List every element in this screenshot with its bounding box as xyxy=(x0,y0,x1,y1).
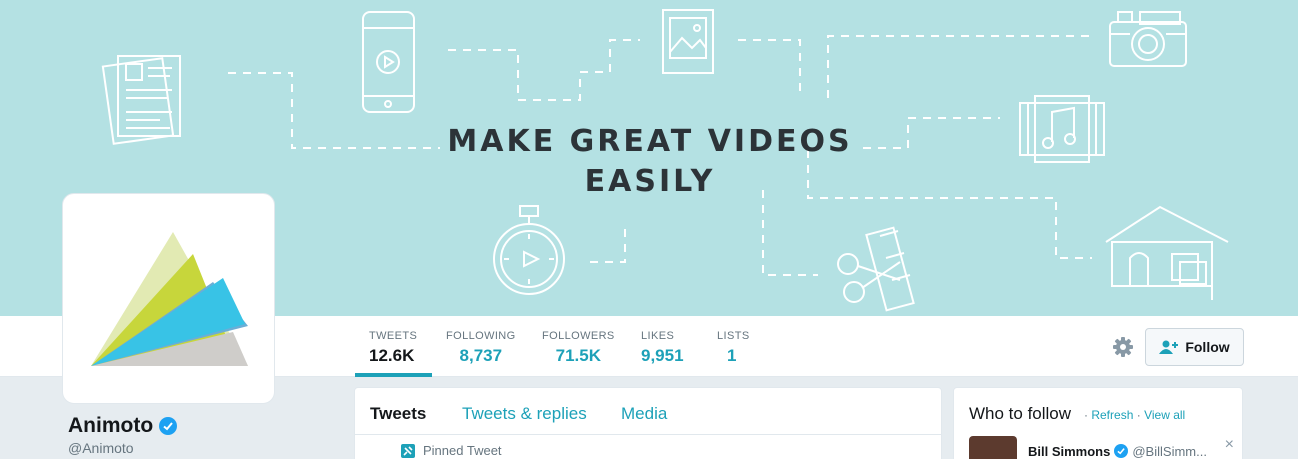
avatar[interactable] xyxy=(62,193,275,404)
add-user-icon xyxy=(1159,340,1179,354)
stat-label: TWEETS xyxy=(369,330,418,342)
stat-label: FOLLOWERS xyxy=(542,330,615,342)
tab-tweets[interactable]: Tweets xyxy=(370,404,426,424)
suggested-user-handle: @BillSimm... xyxy=(1132,443,1207,459)
stat-tweets[interactable]: TWEETS 12.6K xyxy=(355,330,432,377)
refresh-link[interactable]: Refresh xyxy=(1091,408,1133,422)
follow-label: Follow xyxy=(1185,339,1230,355)
stat-likes[interactable]: LIKES 9,951 xyxy=(641,330,684,377)
tab-tweets-replies[interactable]: Tweets & replies xyxy=(462,404,587,424)
timeline-card: Tweets Tweets & replies Media Pinned Twe… xyxy=(354,387,942,459)
animoto-logo xyxy=(91,232,248,366)
banner-headline-line2: EASILY xyxy=(584,164,716,199)
banner-headline: MAKE GREAT VIDEOS EASILY xyxy=(400,122,900,202)
pinned-tweet-context: Pinned Tweet xyxy=(401,443,502,458)
stat-value: 1 xyxy=(727,346,737,365)
pin-icon xyxy=(401,443,415,458)
dismiss-suggestion-icon[interactable]: × xyxy=(1225,436,1234,454)
document-icon xyxy=(101,55,181,145)
stat-value: 8,737 xyxy=(459,346,503,365)
follow-button[interactable]: Follow xyxy=(1145,328,1244,366)
dot-separator: · xyxy=(1136,408,1141,422)
suggested-user-name[interactable]: Bill Simmons xyxy=(1028,444,1110,459)
stat-value: 9,951 xyxy=(641,346,684,365)
suggested-user[interactable]: Bill Simmons @BillSimm... xyxy=(969,436,1234,459)
banner-headline-line1: MAKE GREAT VIDEOS xyxy=(447,124,853,159)
who-to-follow-title: Who to follow xyxy=(969,404,1072,423)
profile-name-text: Animoto xyxy=(68,414,154,437)
profile-page: MAKE GREAT VIDEOS EASILY TWEETS 12.6K FO… xyxy=(0,0,1298,459)
view-all-link[interactable]: View all xyxy=(1144,408,1185,422)
who-to-follow-links: · Refresh · View all xyxy=(1084,408,1185,422)
stat-label: LIKES xyxy=(641,330,675,342)
verified-badge-icon xyxy=(1114,444,1129,458)
stat-value: 12.6K xyxy=(369,346,415,365)
dot-separator: · xyxy=(1084,408,1088,422)
gear-icon[interactable] xyxy=(1110,334,1136,360)
profile-handle: @Animoto xyxy=(68,440,134,456)
pinned-label: Pinned Tweet xyxy=(423,443,502,458)
stat-value: 71.5K xyxy=(555,346,602,365)
timeline-tabs: Tweets Tweets & replies Media xyxy=(355,388,941,435)
who-to-follow-card: Who to follow · Refresh · View all Bill … xyxy=(953,387,1243,459)
verified-badge-icon xyxy=(159,417,178,435)
stat-label: LISTS xyxy=(717,330,750,342)
stat-followers[interactable]: FOLLOWERS 71.5K xyxy=(542,330,615,377)
suggested-user-avatar[interactable] xyxy=(969,436,1017,459)
profile-name[interactable]: Animoto xyxy=(68,414,178,438)
stat-label: FOLLOWING xyxy=(446,330,516,342)
tab-media[interactable]: Media xyxy=(621,404,667,424)
stat-following[interactable]: FOLLOWING 8,737 xyxy=(446,330,516,377)
stat-lists[interactable]: LISTS 1 xyxy=(717,330,750,377)
